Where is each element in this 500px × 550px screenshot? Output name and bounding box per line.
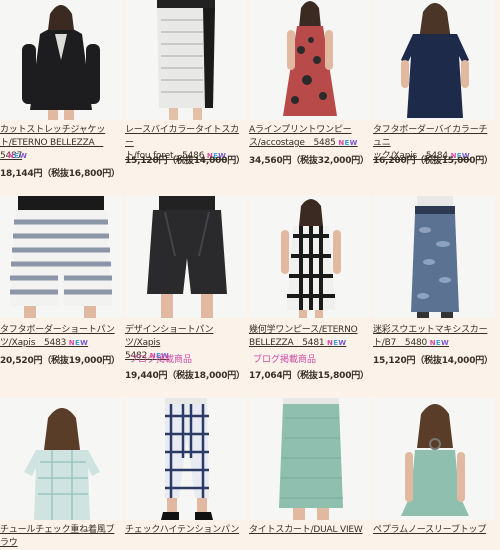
product-price: 19,440円（税抜18,000円）	[125, 371, 245, 381]
product-name-link[interactable]: タイトスカート/DUAL VIEW	[249, 524, 371, 537]
product-photo-lace-skirt[interactable]	[125, 0, 247, 120]
product-price: 18,144円（税抜16,800円）	[0, 169, 120, 179]
product-photo-tulle-blouse[interactable]	[0, 398, 122, 520]
product-name-link[interactable]: Aラインプリントワンピー ス/accostage 5485 NEW	[249, 124, 371, 150]
product-price: 16,200円（税抜15,000円）	[373, 156, 493, 166]
product-price: 34,560円（税抜32,000円）	[249, 156, 369, 166]
product-photo-design-shorts[interactable]	[125, 196, 247, 318]
new-badge: NEW	[338, 139, 358, 147]
product-price: 20,520円（税抜19,000円）	[0, 356, 120, 366]
product-photo-check-pants[interactable]	[125, 398, 247, 520]
product-photo-peplum-top[interactable]	[373, 398, 495, 520]
product-photo-border-shorts[interactable]	[0, 196, 122, 318]
product-photo-tight-skirt[interactable]	[249, 398, 371, 520]
product-name-link[interactable]: ペプラムノースリーブトップ	[373, 524, 495, 537]
product-photo-camo-skirt[interactable]	[373, 196, 495, 318]
blog-featured-label: ブログ掲載商品	[129, 355, 193, 365]
new-badge: NEW	[327, 339, 347, 347]
product-price: 15,120円（税抜14,000円）	[125, 156, 245, 166]
new-badge: NEW	[8, 152, 28, 160]
product-photo-tunic[interactable]	[373, 0, 495, 120]
product-photo-print-dress[interactable]	[249, 0, 371, 120]
new-badge: NEW	[68, 339, 89, 347]
product-name-link[interactable]: チュールチェック重ね着風ブラウ	[0, 524, 122, 550]
product-price: 15,120円（税抜14,000円）	[373, 356, 493, 366]
product-name-link[interactable]: 迷彩スウエットマキシスカー ト/B7 5480 NEW	[373, 324, 495, 350]
product-name-link[interactable]: チェックハイテンションパン	[125, 524, 247, 537]
product-photo-geometric-dress[interactable]	[249, 196, 371, 318]
blog-featured-label: ブログ掲載商品	[253, 355, 317, 365]
product-price: 17,064円（税抜15,800円）	[249, 371, 369, 381]
product-name-link[interactable]: タフタボーダーショートパン ツ/Xapis 5483 NEW	[0, 324, 122, 350]
product-name-link[interactable]: 幾何学ワンピース/ETERNO BELLEZZA 5481 NEW	[249, 324, 371, 350]
new-badge: NEW	[429, 339, 450, 347]
product-photo-jacket[interactable]	[0, 0, 122, 120]
